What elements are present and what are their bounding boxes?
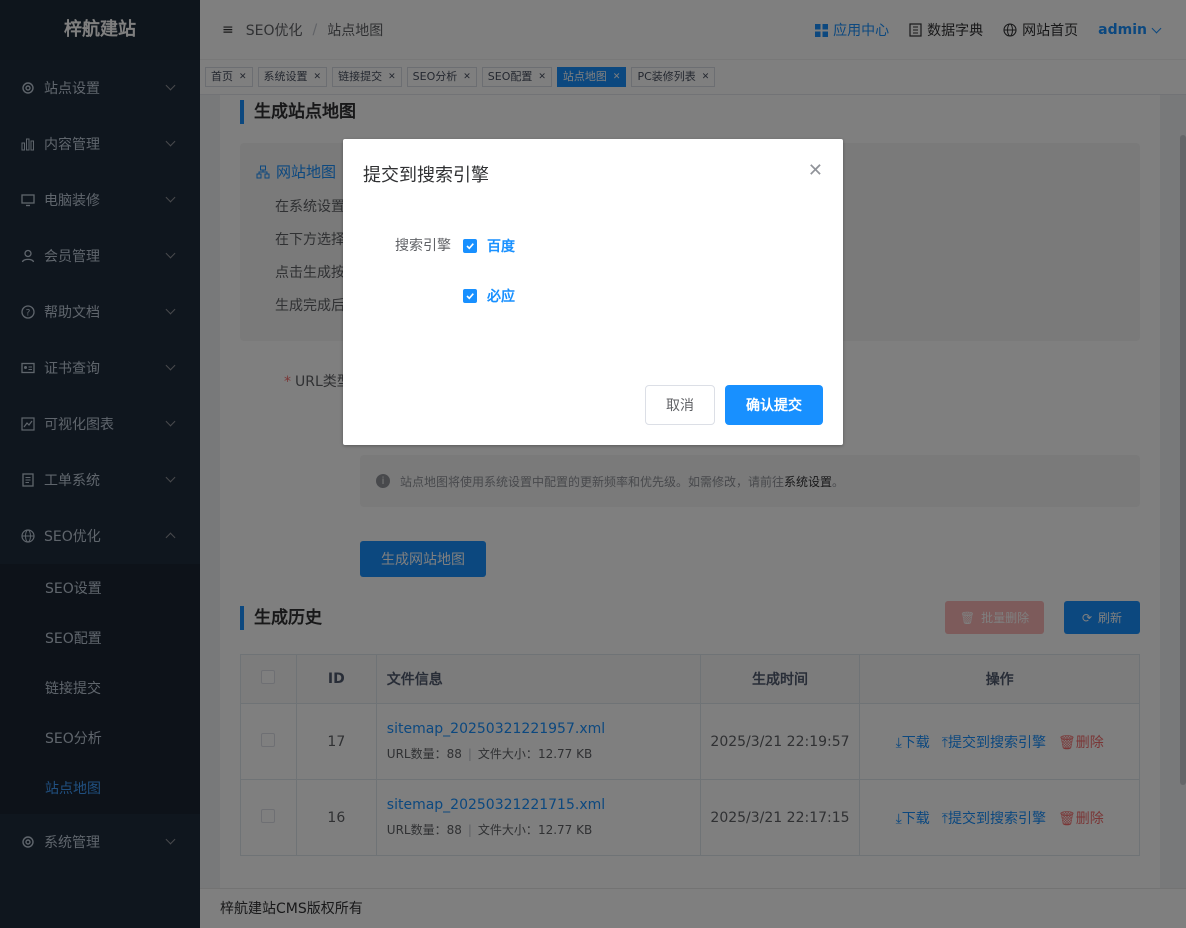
checkbox-label: 百度 — [487, 239, 515, 255]
search-engine-label: 搜索引擎 — [395, 238, 451, 254]
close-icon[interactable]: ✕ — [808, 162, 823, 180]
checkbox-baidu[interactable]: 百度 — [463, 236, 515, 256]
checkmark-icon[interactable] — [463, 239, 477, 253]
checkbox-label: 必应 — [487, 289, 515, 305]
submit-dialog: 提交到搜索引擎 ✕ 搜索引擎 百度 必应 取消 确认提交 — [343, 139, 843, 445]
checkbox-bing[interactable]: 必应 — [463, 286, 515, 306]
dialog-title: 提交到搜索引擎 — [363, 165, 489, 186]
confirm-submit-button[interactable]: 确认提交 — [725, 385, 823, 425]
cancel-button[interactable]: 取消 — [645, 385, 715, 425]
checkmark-icon[interactable] — [463, 289, 477, 303]
